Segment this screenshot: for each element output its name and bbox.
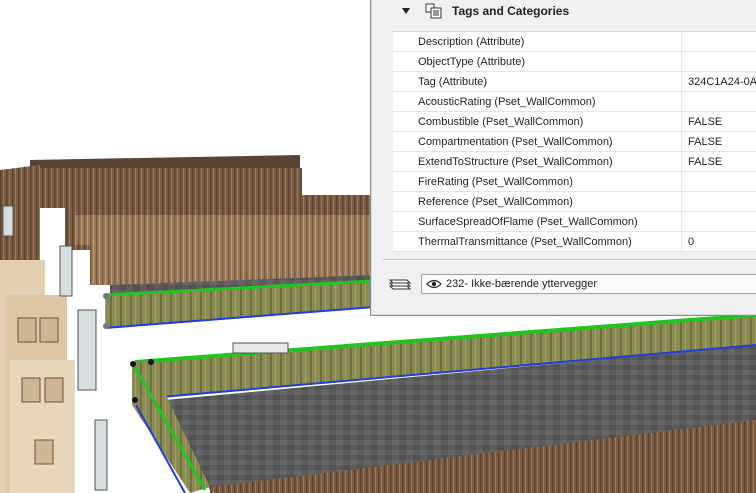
eye-icon[interactable] (426, 279, 442, 289)
chimney (232, 342, 289, 354)
properties-table: Description (Attribute) ObjectType (Attr… (393, 31, 756, 252)
property-row[interactable]: Tag (Attribute) 324C1A24-0A (393, 72, 756, 92)
property-row[interactable]: Combustible (Pset_WallCommon) FALSE (393, 112, 756, 132)
settings-panel: Tags and Categories Description (Attribu… (370, 0, 756, 316)
property-value[interactable]: FALSE (688, 116, 722, 128)
property-row[interactable]: FireRating (Pset_WallCommon) (393, 172, 756, 192)
layer-select[interactable]: 232- Ikke-bærende yttervegger (421, 274, 756, 294)
property-row[interactable]: ExtendToStructure (Pset_WallCommon) FALS… (393, 152, 756, 172)
property-value[interactable]: 0 (688, 236, 694, 248)
property-row[interactable]: Compartmentation (Pset_WallCommon) FALSE (393, 132, 756, 152)
layer-bar: 232- Ikke-bærende yttervegger (385, 273, 756, 295)
property-row[interactable]: ThermalTransmittance (Pset_WallCommon) 0 (393, 232, 756, 252)
layers-icon[interactable] (387, 276, 413, 292)
property-row[interactable]: Reference (Pset_WallCommon) (393, 192, 756, 212)
property-row[interactable]: AcousticRating (Pset_WallCommon) (393, 92, 756, 112)
property-name: SurfaceSpreadOfFlame (Pset_WallCommon) (418, 216, 638, 228)
tags-categories-icon (425, 3, 442, 19)
property-name: Tag (Attribute) (418, 76, 488, 88)
property-value[interactable]: FALSE (688, 136, 722, 148)
property-name: Combustible (Pset_WallCommon) (418, 116, 584, 128)
property-name: FireRating (Pset_WallCommon) (418, 176, 573, 188)
layer-name: 232- Ikke-bærende yttervegger (446, 278, 598, 290)
section-title: Tags and Categories (452, 4, 570, 18)
property-name: ExtendToStructure (Pset_WallCommon) (418, 156, 613, 168)
property-row[interactable]: Description (Attribute) (393, 32, 756, 52)
property-row[interactable]: SurfaceSpreadOfFlame (Pset_WallCommon) (393, 212, 756, 232)
building-wall (75, 215, 375, 245)
property-name: Compartmentation (Pset_WallCommon) (418, 136, 613, 148)
property-row[interactable]: ObjectType (Attribute) (393, 52, 756, 72)
property-name: Reference (Pset_WallCommon) (418, 196, 573, 208)
property-name: ObjectType (Attribute) (418, 56, 525, 68)
property-name: ThermalTransmittance (Pset_WallCommon) (418, 236, 632, 248)
divider (383, 259, 756, 260)
property-name: AcousticRating (Pset_WallCommon) (418, 96, 596, 108)
triangle-down-icon[interactable] (402, 8, 410, 14)
property-value[interactable]: FALSE (688, 156, 722, 168)
tags-categories-section-header[interactable]: Tags and Categories (385, 1, 756, 21)
property-value[interactable]: 324C1A24-0A (688, 76, 756, 88)
property-name: Description (Attribute) (418, 36, 525, 48)
